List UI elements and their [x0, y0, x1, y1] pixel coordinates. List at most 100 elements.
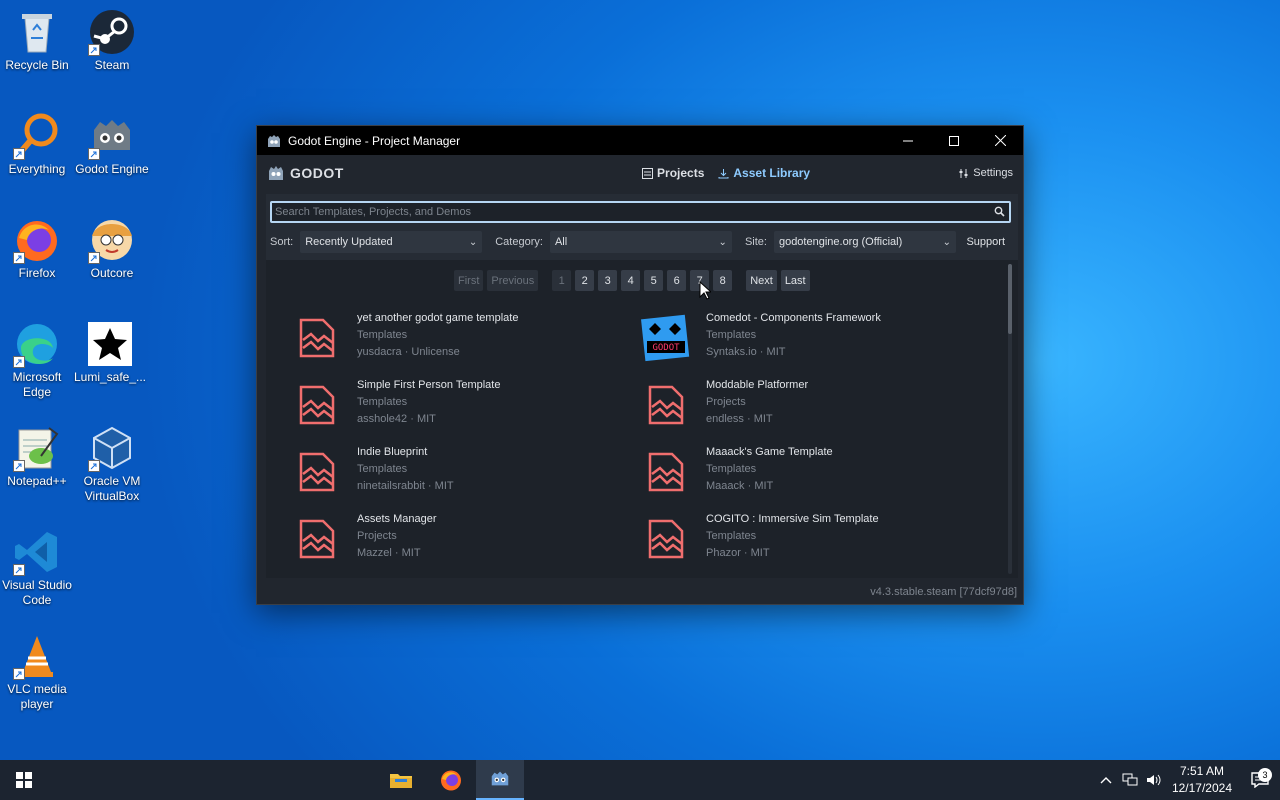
- search-input[interactable]: Search Templates, Projects, and Demos: [270, 201, 1011, 223]
- asset-item[interactable]: COGITO : Immersive Sim Template Template…: [634, 511, 974, 567]
- asset-item[interactable]: Simple First Person Template Templates a…: [285, 377, 625, 433]
- recycle-bin-icon: [22, 14, 52, 53]
- asset-license: MIT: [753, 413, 773, 425]
- page-button[interactable]: 2: [575, 270, 595, 291]
- asset-author: Syntaks.io: [706, 346, 757, 358]
- taskbar-firefox[interactable]: [427, 760, 475, 800]
- asset-license: MIT: [754, 480, 774, 492]
- site-select[interactable]: godotengine.org (Official) ⌄: [773, 231, 956, 253]
- sort-select[interactable]: Recently Updated ⌄: [300, 231, 483, 253]
- asset-library-panel: Search Templates, Projects, and Demos So…: [266, 194, 1018, 578]
- sort-label: Sort:: [270, 236, 294, 248]
- desktop-icon-label: Visual Studio Code: [2, 578, 72, 607]
- asset-item[interactable]: Indie Blueprint Templates ninetailsrabbi…: [285, 444, 625, 500]
- page-button[interactable]: 4: [621, 270, 641, 291]
- desktop-icon-steam[interactable]: Steam: [74, 8, 150, 73]
- page-button[interactable]: 3: [598, 270, 618, 291]
- notifications-button[interactable]: 3: [1240, 768, 1280, 788]
- volume-button[interactable]: [1142, 773, 1166, 787]
- chevron-down-icon: ⌄: [942, 236, 951, 248]
- title-bar[interactable]: Godot Engine - Project Manager: [257, 126, 1023, 155]
- asset-license: MIT: [434, 480, 454, 492]
- meta-separator: ·: [407, 413, 417, 425]
- asset-category: Templates: [706, 530, 757, 542]
- broken-image-icon: [299, 318, 335, 358]
- meta-separator: ·: [756, 346, 767, 358]
- asset-license: Unlicense: [411, 346, 460, 358]
- filter-bar: Sort: Recently Updated ⌄ Category: All ⌄…: [270, 231, 1011, 253]
- firefox-icon: [441, 770, 461, 791]
- support-button[interactable]: Support: [960, 236, 1011, 248]
- asset-item[interactable]: Moddable Platformer Projects endless · M…: [634, 377, 974, 433]
- meta-separator: ·: [744, 480, 755, 492]
- asset-name: COGITO : Immersive Sim Template: [706, 513, 879, 525]
- page-next-button[interactable]: Next: [746, 270, 777, 291]
- tab-asset-library[interactable]: Asset Library: [718, 166, 810, 180]
- page-first-button[interactable]: First: [454, 270, 484, 291]
- page-button[interactable]: 6: [667, 270, 687, 291]
- asset-author: Maaack: [706, 480, 745, 492]
- desktop-icon-lumi[interactable]: Lumi_safe_...: [72, 320, 148, 385]
- asset-author: ninetailsrabbit: [357, 480, 425, 492]
- pagination: First Previous 1 2 3 4 5 6 7 8 Next Last: [454, 270, 810, 291]
- meta-separator: ·: [740, 547, 751, 559]
- desktop-icon-edge[interactable]: Microsoft Edge: [0, 320, 75, 400]
- settings-button[interactable]: Settings: [958, 167, 1013, 179]
- maximize-button[interactable]: [931, 126, 977, 155]
- tab-projects[interactable]: Projects: [642, 166, 704, 180]
- page-button[interactable]: 5: [644, 270, 664, 291]
- page-button[interactable]: 1: [552, 270, 572, 291]
- asset-author: Mazzel: [357, 547, 392, 559]
- show-hidden-icons-button[interactable]: [1094, 776, 1118, 784]
- asset-author: Phazor: [706, 547, 741, 559]
- meta-separator: ·: [743, 413, 754, 425]
- godot-project-manager-window: Godot Engine - Project Manager GODOT Pro…: [256, 125, 1024, 605]
- page-last-button[interactable]: Last: [780, 270, 810, 291]
- asset-item[interactable]: yet another godot game template Template…: [285, 310, 625, 366]
- asset-category: Templates: [357, 396, 408, 408]
- shortcut-arrow-icon: [13, 668, 25, 680]
- start-button[interactable]: [0, 760, 48, 800]
- page-previous-button[interactable]: Previous: [487, 270, 539, 291]
- speaker-icon: [1146, 774, 1161, 786]
- taskbar-godot[interactable]: [476, 760, 524, 800]
- desktop-icon-label: Oracle VM VirtualBox: [83, 474, 141, 503]
- asset-name: Maaack's Game Template: [706, 446, 833, 458]
- taskbar: 7:51 AM 12/17/2024 3: [0, 760, 1280, 800]
- system-tray: 7:51 AM 12/17/2024 3: [1094, 760, 1280, 800]
- desktop-icon-godot[interactable]: Godot Engine: [74, 112, 150, 177]
- shortcut-arrow-icon: [88, 460, 100, 472]
- main-tabs: Projects Asset Library: [494, 166, 958, 180]
- tab-asset-library-label: Asset Library: [733, 166, 811, 180]
- search-placeholder: Search Templates, Projects, and Demos: [275, 206, 472, 218]
- shortcut-arrow-icon: [13, 564, 25, 576]
- desktop-icon-notepadpp[interactable]: Notepad++: [0, 424, 75, 489]
- minimize-button[interactable]: [885, 126, 931, 155]
- desktop-icon-virtualbox[interactable]: Oracle VM VirtualBox: [74, 424, 150, 504]
- asset-item[interactable]: Maaack's Game Template Templates Maaack …: [634, 444, 974, 500]
- category-select[interactable]: All ⌄: [549, 231, 732, 253]
- network-button[interactable]: [1118, 773, 1142, 787]
- asset-item[interactable]: Assets Manager Projects Mazzel · MIT: [285, 511, 625, 567]
- godot-logo-icon: [269, 166, 283, 180]
- page-button[interactable]: 8: [713, 270, 733, 291]
- asset-name: Simple First Person Template: [357, 379, 501, 391]
- site-label: Site:: [744, 236, 767, 248]
- settings-icon: [959, 168, 968, 178]
- desktop-icon-vscode[interactable]: Visual Studio Code: [0, 528, 75, 608]
- godot-app-icon: [268, 134, 280, 147]
- desktop-icon-firefox[interactable]: Firefox: [0, 216, 75, 281]
- desktop-icon-recycle-bin[interactable]: Recycle Bin: [0, 8, 75, 73]
- desktop-icon-everything[interactable]: Everything: [0, 112, 75, 177]
- chevron-up-icon: [1100, 777, 1112, 784]
- asset-name: yet another godot game template: [357, 312, 519, 324]
- chevron-down-icon: ⌄: [468, 236, 478, 248]
- close-button[interactable]: [977, 126, 1023, 155]
- results-scrollbar[interactable]: [1008, 264, 1012, 574]
- taskbar-file-explorer[interactable]: [377, 760, 425, 800]
- scrollbar-thumb[interactable]: [1008, 264, 1012, 334]
- clock[interactable]: 7:51 AM 12/17/2024: [1172, 763, 1232, 797]
- desktop-icon-outcore[interactable]: Outcore: [74, 216, 150, 281]
- desktop-icon-vlc[interactable]: VLC media player: [0, 632, 75, 712]
- asset-item[interactable]: GODOT Comedot - Components Framework Tem…: [634, 310, 974, 366]
